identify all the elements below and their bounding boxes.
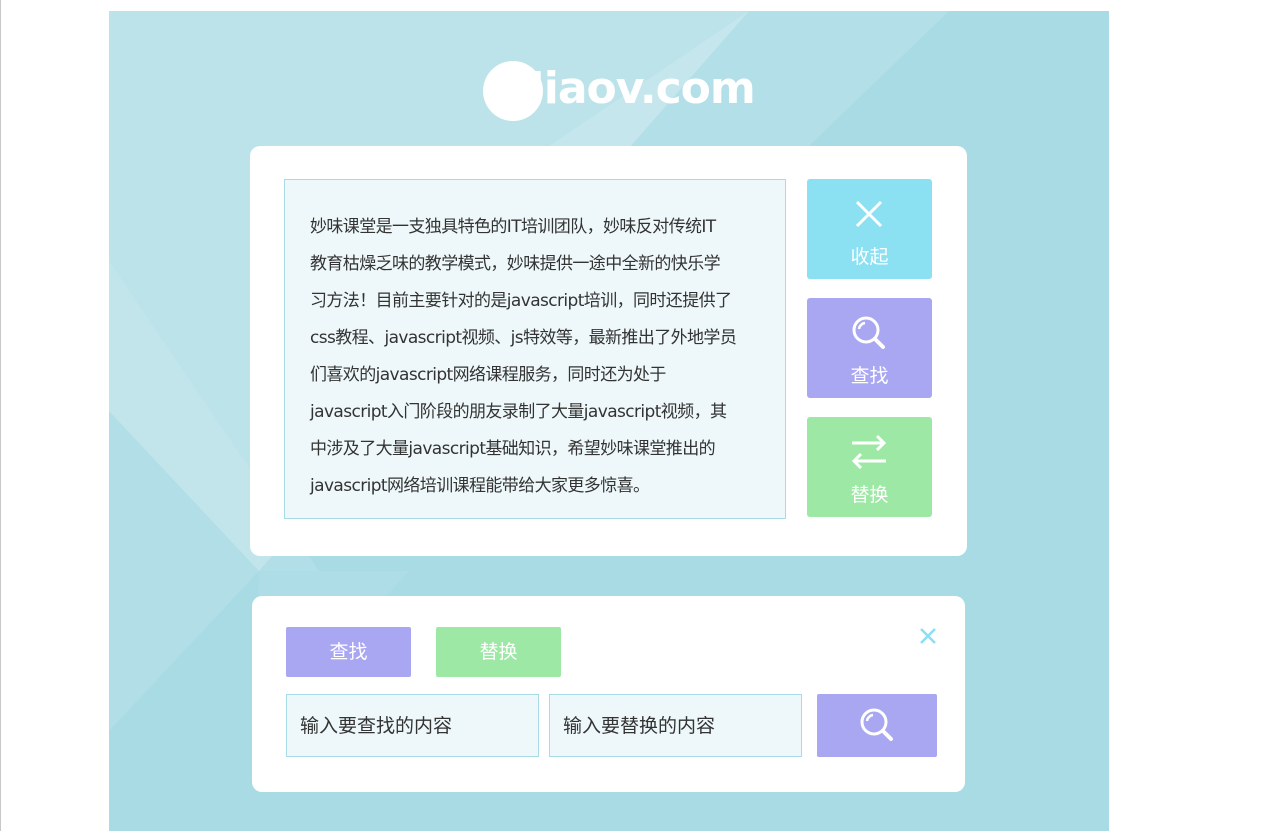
logo: Miaov.com: [483, 59, 756, 125]
article-line: 教育枯燥乏味的教学模式，妙味提供一途中全新的快乐学: [310, 254, 721, 274]
find-input[interactable]: [286, 694, 539, 757]
article-line: javascript网络培训课程能带给大家更多惊喜。: [310, 476, 650, 496]
replace-input[interactable]: [549, 694, 802, 757]
swap-arrows-icon: [851, 434, 887, 470]
window-edge: [0, 0, 1, 831]
article-line: 中涉及了大量javascript基础知识，希望妙味课堂推出的: [310, 439, 716, 459]
tab-replace[interactable]: 替换: [436, 627, 561, 677]
search-icon: [860, 708, 893, 741]
close-icon[interactable]: [916, 624, 940, 648]
find-mode-label: 查找: [850, 365, 889, 387]
search-submit-button[interactable]: [817, 694, 937, 757]
search-icon: [852, 316, 885, 349]
collapse-label: 收起: [850, 246, 889, 268]
replace-mode-button[interactable]: 替换: [807, 417, 932, 517]
replace-mode-label: 替换: [850, 484, 889, 506]
find-replace-panel: 查找 替换: [252, 596, 965, 792]
article-text[interactable]: 妙味课堂是一支独具特色的IT培训团队，妙味反对传统IT 教育枯燥乏味的教学模式，…: [284, 179, 786, 519]
close-icon: [855, 200, 883, 228]
app-stage: Miaov.com 妙味课堂是一支独具特色的IT培训团队，妙味反对传统IT 教育…: [109, 11, 1109, 831]
content-card: 妙味课堂是一支独具特色的IT培训团队，妙味反对传统IT 教育枯燥乏味的教学模式，…: [250, 146, 967, 556]
tab-find[interactable]: 查找: [286, 627, 411, 677]
article-line: 习方法！目前主要针对的是javascript培训，同时还提供了: [310, 291, 732, 311]
article-line: javascript入门阶段的朋友录制了大量javascript视频，其: [310, 402, 727, 422]
logo-text: Miaov.com: [501, 63, 756, 114]
find-mode-button[interactable]: 查找: [807, 298, 932, 398]
collapse-button[interactable]: 收起: [807, 179, 932, 279]
article-line: 们喜欢的javascript网络课程服务，同时还为处于: [310, 365, 666, 385]
article-line: 妙味课堂是一支独具特色的IT培训团队，妙味反对传统IT: [310, 217, 716, 237]
article-line: css教程、javascript视频、js特效等，最新推出了外地学员: [310, 328, 737, 348]
